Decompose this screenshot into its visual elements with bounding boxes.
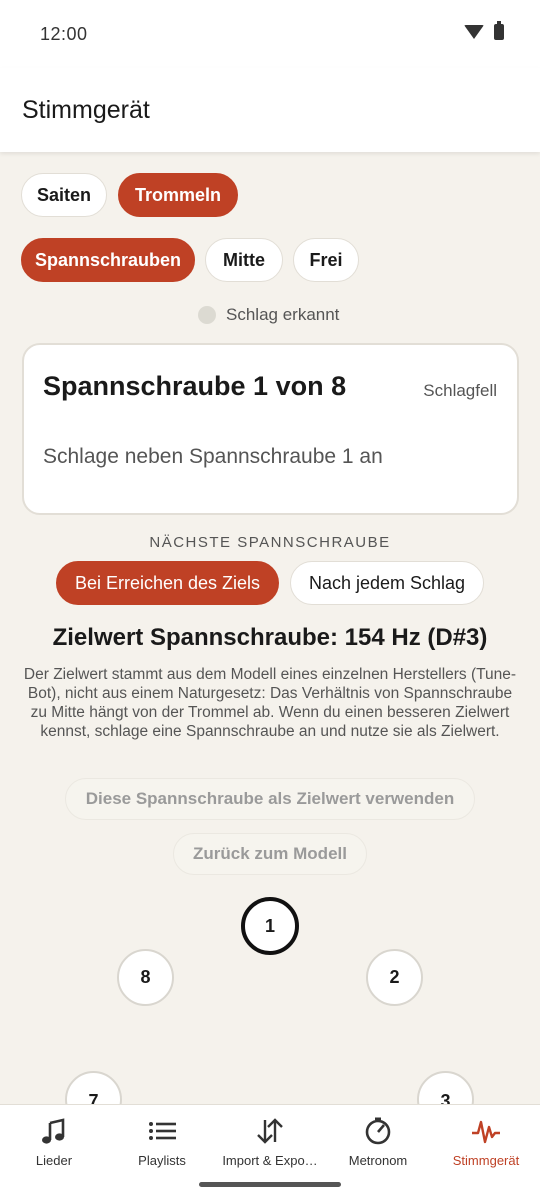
back-to-model-button[interactable]: Zurück zum Modell (173, 833, 367, 875)
nav-metronom[interactable]: Metronom (324, 1105, 432, 1185)
nav-label-stimmgeraet: Stimmgerät (452, 1153, 520, 1168)
nav-label-import-export: Import & Expo… (222, 1153, 318, 1168)
tab-frei[interactable]: Frei (293, 238, 359, 282)
target-value-title: Zielwert Spannschraube: 154 Hz (D#3) (52, 624, 488, 651)
tab-mitte[interactable]: Mitte (205, 238, 283, 282)
tab-saiten[interactable]: Saiten (21, 173, 107, 217)
next-on-target-button[interactable]: Bei Erreichen des Ziels (56, 561, 279, 605)
bolt-card-hint: Schlage neben Spannschraube 1 an (43, 445, 383, 468)
list-icon (147, 1115, 177, 1147)
next-after-each-hit-button[interactable]: Nach jedem Schlag (290, 561, 484, 605)
tab-spannschrauben[interactable]: Spannschrauben (21, 238, 195, 282)
tab-trommeln[interactable]: Trommeln (118, 173, 238, 217)
nav-label-metronom: Metronom (348, 1153, 408, 1168)
nav-import-export[interactable]: Import & Expo… (216, 1105, 324, 1185)
app-bar: Stimmgerät (0, 68, 540, 152)
timer-icon (363, 1115, 393, 1147)
bolt-2[interactable]: 2 (366, 949, 423, 1006)
bolt-8[interactable]: 8 (117, 949, 174, 1006)
waveform-icon (470, 1115, 502, 1147)
page-title: Stimmgerät (22, 96, 150, 124)
wifi-icon (464, 25, 484, 39)
use-bolt-as-target-button[interactable]: Diese Spannschraube als Zielwert verwend… (65, 778, 475, 820)
target-value-description: Der Zielwert stammt aus dem Modell eines… (23, 666, 517, 740)
bolt-card: Spannschraube 1 von 8 Schlagfell Schlage… (22, 343, 519, 515)
swap-vertical-icon (254, 1115, 286, 1147)
battery-icon (494, 21, 504, 40)
status-time: 12:00 (40, 24, 88, 44)
nav-label-lieder: Lieder (35, 1153, 73, 1168)
nav-label-playlists: Playlists (138, 1153, 186, 1168)
nav-lieder[interactable]: Lieder (0, 1105, 108, 1185)
status-icons (464, 21, 504, 40)
next-bolt-label: NÄCHSTE SPANNSCHRAUBE (149, 534, 391, 551)
detection-label: Schlag erkannt (226, 305, 340, 324)
nav-stimmgeraet[interactable]: Stimmgerät (432, 1105, 540, 1185)
bolt-card-title: Spannschraube 1 von 8 (43, 371, 347, 401)
status-bar: 12:00 (0, 0, 540, 68)
nav-playlists[interactable]: Playlists (108, 1105, 216, 1185)
music-note-icon (39, 1115, 69, 1147)
drumhead-label: Schlagfell (423, 381, 497, 400)
bolt-1[interactable]: 1 (241, 897, 299, 955)
hit-detection-indicator: Schlag erkannt (198, 305, 339, 325)
home-indicator[interactable] (199, 1182, 341, 1187)
detection-dot (198, 306, 216, 324)
